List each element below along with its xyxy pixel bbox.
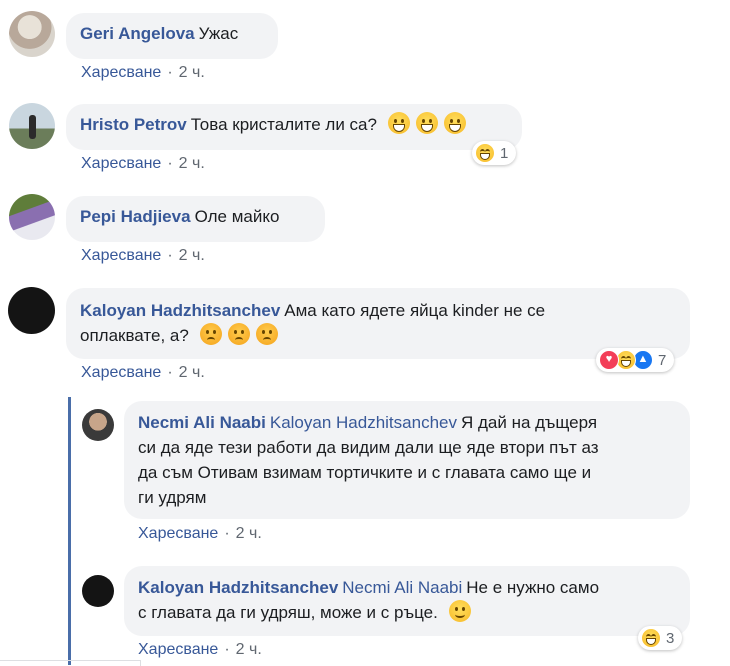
like-button[interactable]: Харесване [81,155,161,172]
separator: · [224,641,230,658]
like-button[interactable]: Харесване [138,525,218,542]
separator: · [167,247,173,264]
reply-text: с главата да ги удряш, може и с ръце. [138,603,438,622]
reaction-count: 7 [658,351,667,369]
reply-text: Не е нужно само [466,578,600,597]
comment-text: оплаквате, а? [80,326,189,345]
avatar[interactable] [9,103,55,149]
reaction-count: 3 [666,629,675,647]
avatar[interactable] [82,575,114,607]
reply-bubble: Necmi Ali Naabi Kaloyan Hadzhitsanchev Я д… [124,401,690,519]
timestamp[interactable]: 2 ч. [236,641,262,658]
avatar[interactable] [8,287,55,334]
separator: · [224,525,230,542]
comment-bubble: Geri Angelova Ужас [66,13,278,59]
comment-actions: Харесване · 2 ч. [81,364,205,382]
comment-actions: Харесване · 2 ч. [81,64,205,82]
comment-bubble: Kaloyan Hadzhitsanchev Ама като ядете яйц… [66,288,690,359]
grinning-face-icon [443,112,466,134]
bottom-edge-divider [0,660,141,666]
laughing-face-icon [616,350,636,370]
like-button[interactable]: Харесване [138,641,218,658]
comment-text: Ужас [198,24,239,43]
comment-actions: Харесване · 2 ч. [81,155,205,173]
grinning-face-icon [387,112,410,134]
comment-author[interactable]: Kaloyan Hadzhitsanchev [80,301,280,320]
grinning-face-icon [415,112,438,134]
separator: · [167,64,173,81]
laughing-face-icon [641,628,661,648]
reply-author[interactable]: Necmi Ali Naabi [138,413,266,432]
comment-text: Ама като ядете яйца kinder не се [284,301,546,320]
like-button[interactable]: Харесване [81,247,161,264]
reply-author[interactable]: Kaloyan Hadzhitsanchev [138,578,338,597]
like-button[interactable]: Харесване [81,64,161,81]
reply-thread-line [68,397,71,665]
avatar[interactable] [9,11,55,57]
reaction-summary[interactable]: 3 [638,626,683,650]
avatar[interactable] [9,194,55,240]
mention-link[interactable]: Kaloyan Hadzhitsanchev [270,413,457,432]
reply-text: Я дай на дъщеря [460,413,598,432]
comment-bubble: Pepi Hadjieva Оле майко [66,196,325,242]
comment-author[interactable]: Hristo Petrov [80,115,187,134]
comment-bubble: Hristo Petrov Това кристалите ли са? [66,104,522,150]
reaction-summary[interactable]: 1 [472,141,517,165]
comment-actions: Харесване · 2 ч. [81,247,205,265]
laughing-face-icon [475,143,495,163]
thumbs-up-icon: ▲ [633,350,653,370]
separator: · [167,364,173,381]
comment-author[interactable]: Geri Angelova [80,24,195,43]
mention-link[interactable]: Necmi Ali Naabi [342,578,462,597]
reply-bubble: Kaloyan Hadzhitsanchev Necmi Ali Naabi Не … [124,566,690,636]
comment-text: Това кристалите ли са? [190,115,377,134]
heart-icon: ♥ [599,350,619,370]
reply-actions: Харесване · 2 ч. [138,641,262,659]
timestamp[interactable]: 2 ч. [179,247,205,264]
comment-text: Оле майко [194,207,280,226]
avatar[interactable] [82,409,114,441]
reaction-count: 1 [500,144,509,162]
sad-face-icon [255,323,278,345]
reply-text: си да яде тези работи да видим дали ще я… [138,438,599,457]
comment-author[interactable]: Pepi Hadjieva [80,207,191,226]
reply-actions: Харесване · 2 ч. [138,525,262,543]
timestamp[interactable]: 2 ч. [179,364,205,381]
reply-text: ги удрям [138,488,207,507]
reaction-summary[interactable]: ♥ ▲ 7 [596,348,675,372]
sad-face-icon [227,323,250,345]
sad-face-icon [199,323,222,345]
timestamp[interactable]: 2 ч. [179,64,205,81]
timestamp[interactable]: 2 ч. [236,525,262,542]
timestamp[interactable]: 2 ч. [179,155,205,172]
smiling-face-icon [448,600,471,622]
like-button[interactable]: Харесване [81,364,161,381]
separator: · [167,155,173,172]
reply-text: да съм Отивам взимам тортичките и с глав… [138,463,592,482]
